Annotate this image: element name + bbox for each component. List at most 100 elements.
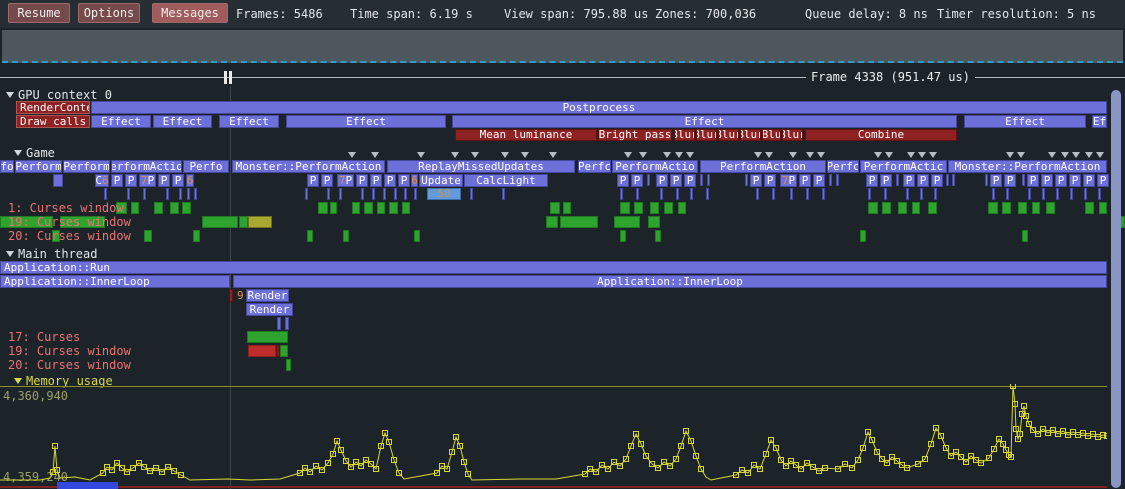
zone-game[interactable]: Perform <box>63 160 110 173</box>
zone-rendercontext[interactable]: RenderConte <box>16 101 90 114</box>
zone-game[interactable]: PerformAction <box>111 160 182 173</box>
zone-group-triangle-icon[interactable] <box>874 152 882 158</box>
zone-game-small[interactable]: P <box>1027 174 1039 187</box>
zone-tick[interactable] <box>896 174 899 186</box>
zone-game-small[interactable]: P <box>617 174 629 187</box>
horizontal-scrollbar-thumb[interactable] <box>57 482 118 489</box>
zone-post-effect[interactable]: Blur <box>718 129 739 141</box>
zone-green[interactable] <box>1085 202 1094 214</box>
zone-red[interactable] <box>248 345 276 357</box>
zone-post-effect[interactable]: Blu <box>762 129 781 141</box>
zone-group-triangle-icon[interactable] <box>639 152 647 158</box>
zone-game[interactable]: PerformActio <box>612 160 698 173</box>
options-button[interactable]: Options <box>78 3 140 23</box>
zone-group-triangle-icon[interactable] <box>371 152 379 158</box>
zone-group-triangle-icon[interactable] <box>789 152 797 158</box>
main-thread-header[interactable]: Main thread <box>6 248 97 260</box>
zone-green[interactable] <box>928 202 937 214</box>
zone-green[interactable] <box>882 202 891 214</box>
zone-green[interactable] <box>307 230 313 242</box>
zone-game-small[interactable]: 7P <box>337 174 354 187</box>
zone-green[interactable] <box>1018 202 1027 214</box>
zone-post-effect[interactable]: Mean luminance <box>455 129 597 141</box>
zone-group-triangle-icon[interactable] <box>1085 152 1093 158</box>
zone-game-small[interactable]: P <box>398 174 410 187</box>
zone-game-small[interactable]: P <box>1041 174 1053 187</box>
zone-tick[interactable] <box>1006 188 1009 200</box>
resume-button[interactable]: Resume <box>8 3 70 23</box>
zone-game-small[interactable]: P <box>384 174 396 187</box>
zone-green[interactable] <box>144 230 152 242</box>
zone-game-small[interactable]: P <box>684 174 696 187</box>
zone-tick[interactable] <box>104 188 107 200</box>
zone-game-small[interactable]: P <box>111 174 123 187</box>
zone-game-small[interactable]: P <box>158 174 170 187</box>
zone-green[interactable] <box>860 230 866 242</box>
zone-tick[interactable] <box>647 174 650 186</box>
pause-marker-icon[interactable] <box>229 71 232 84</box>
zone-green[interactable] <box>1046 202 1055 214</box>
zone-tick[interactable] <box>1028 188 1031 200</box>
messages-button[interactable]: Messages <box>152 3 228 23</box>
zone-tick[interactable] <box>745 174 748 186</box>
zone-game-small[interactable]: P <box>656 174 668 187</box>
zone-green[interactable] <box>247 331 288 343</box>
zone-post-effect[interactable]: Blur <box>740 129 761 141</box>
zone-green[interactable] <box>620 202 630 214</box>
zone-green[interactable] <box>655 230 661 242</box>
zone-render[interactable]: Render <box>246 289 289 302</box>
zone-game-small[interactable]: P <box>990 174 1002 187</box>
zone-tick[interactable] <box>383 188 386 200</box>
zone-game[interactable]: PerformActic <box>860 160 947 173</box>
zone-tick[interactable] <box>194 188 197 200</box>
zone-green[interactable] <box>1099 202 1107 214</box>
zone-tick[interactable] <box>690 188 693 200</box>
zone-tick[interactable] <box>836 174 839 186</box>
zone-green[interactable] <box>1002 202 1011 214</box>
thread-label-20-curses-window[interactable]: 20: Curses window <box>8 230 131 243</box>
zone-game-small[interactable]: P <box>125 174 137 187</box>
zone-group-triangle-icon[interactable] <box>1048 152 1056 158</box>
zone-green[interactable] <box>1022 230 1028 242</box>
zone-tick[interactable] <box>1098 188 1101 200</box>
zone-tick[interactable] <box>143 188 146 200</box>
zone-green[interactable] <box>678 202 686 214</box>
zone-effect[interactable]: Effect <box>153 115 212 128</box>
zone-green[interactable] <box>202 216 238 228</box>
zone-group-triangle-icon[interactable] <box>1017 152 1025 158</box>
zone-group-triangle-icon[interactable] <box>907 152 915 158</box>
zone-game-small[interactable]: Update <box>419 174 463 187</box>
zone-green[interactable] <box>182 202 191 214</box>
zone-group-triangle-icon[interactable] <box>471 152 479 158</box>
zone-green[interactable] <box>560 216 598 228</box>
zone-tick[interactable] <box>372 188 375 200</box>
zone-tick[interactable] <box>985 174 988 186</box>
zone-tick[interactable] <box>920 188 923 200</box>
zone-green[interactable] <box>988 202 998 214</box>
zone-tick[interactable] <box>868 188 871 200</box>
thread-label-19-curses-window[interactable]: 19: Curses window <box>8 216 131 229</box>
zone-group-triangle-icon[interactable] <box>417 152 425 158</box>
zone-green[interactable] <box>170 202 179 214</box>
zone-tick[interactable] <box>822 188 825 200</box>
pause-marker-icon[interactable] <box>224 71 227 84</box>
zone-game-small[interactable]: P <box>356 174 368 187</box>
zone-group-triangle-icon[interactable] <box>501 152 509 158</box>
gpu-context-header[interactable]: GPU context 0 <box>6 89 112 101</box>
zone-green[interactable] <box>550 202 560 214</box>
zone-group-triangle-icon[interactable] <box>348 152 356 158</box>
zone-tick[interactable] <box>660 188 663 200</box>
zone-group-triangle-icon[interactable] <box>1061 152 1069 158</box>
zone-green[interactable] <box>352 202 360 214</box>
zone-game[interactable]: Perfc <box>827 160 859 173</box>
zone-tick[interactable] <box>394 188 397 200</box>
zone-game-small[interactable]: P <box>370 174 382 187</box>
zone-tick[interactable] <box>404 188 407 200</box>
zone-green[interactable] <box>343 230 349 242</box>
zone-game[interactable]: Monster::PerformAction <box>232 160 385 173</box>
zone-tick[interactable] <box>676 188 679 200</box>
zone-tick[interactable] <box>179 188 182 200</box>
zone-game[interactable]: Perform <box>15 160 62 173</box>
zone-game-small[interactable]: P <box>903 174 915 187</box>
zone-game-small[interactable]: 6 <box>186 174 194 187</box>
